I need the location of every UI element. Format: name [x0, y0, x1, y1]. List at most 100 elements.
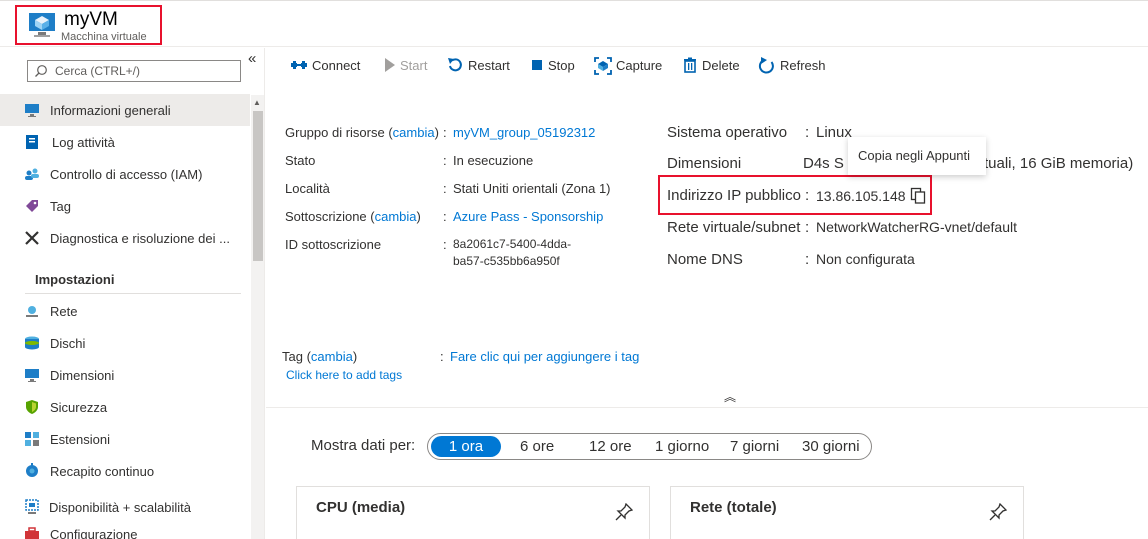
add-tags-link[interactable]: Fare clic qui per aggiungere i tag	[450, 349, 639, 364]
configuration-icon	[25, 527, 39, 539]
delete-label: Delete	[702, 58, 740, 73]
capture-icon	[594, 57, 612, 75]
colon: :	[805, 124, 810, 141]
sidebar-item-label: Dischi	[50, 336, 86, 351]
page-subtitle: Macchina virtuale	[61, 31, 147, 43]
refresh-icon	[758, 57, 774, 74]
copy-tooltip: Copia negli Appunti	[848, 137, 986, 175]
availability-icon	[25, 499, 39, 514]
restart-button[interactable]: Restart	[447, 56, 517, 76]
continuous-delivery-icon	[26, 463, 38, 477]
stop-icon	[532, 60, 542, 70]
colon: :	[805, 187, 810, 204]
title-highlight: myVM Macchina virtuale	[15, 5, 162, 45]
tags-label-text: Tag	[282, 349, 303, 364]
restart-label: Restart	[468, 58, 510, 73]
sidebar-item-extensions[interactable]: Estensioni	[0, 423, 250, 455]
network-icon	[26, 306, 38, 317]
range-option-1h[interactable]: 1 ora	[431, 436, 501, 457]
copy-icon[interactable]	[910, 187, 926, 204]
diagnose-icon	[25, 231, 39, 245]
colon: :	[805, 251, 810, 268]
range-option-7d[interactable]: 7 giorni	[730, 438, 779, 455]
play-icon	[385, 58, 395, 72]
connect-label: Connect	[312, 58, 361, 73]
range-option-1d[interactable]: 1 giorno	[655, 438, 709, 455]
range-option-6h[interactable]: 6 ore	[520, 438, 554, 455]
connect-icon	[291, 61, 307, 69]
public-ip-link[interactable]: 13.86.105.148	[816, 188, 906, 204]
sidebar-item-disks[interactable]: Dischi	[0, 327, 250, 359]
collapse-essentials-icon[interactable]: ︽	[724, 388, 736, 405]
subscription-id-line-1: 8a2061c7-5400-4dda-	[453, 237, 572, 251]
resource-group-label: Gruppo di risorse (cambia)	[285, 125, 439, 140]
sidebar-item-label: Estensioni	[50, 432, 110, 447]
sidebar-item-security[interactable]: Sicurezza	[0, 391, 250, 423]
change-subscription-link[interactable]: cambia	[375, 209, 417, 224]
page-title: myVM	[64, 9, 118, 30]
shield-icon	[26, 400, 38, 414]
cpu-tile[interactable]: CPU (media)	[296, 486, 650, 539]
refresh-label: Refresh	[780, 58, 826, 73]
subscription-id-label: ID sottoscrizione	[285, 237, 382, 252]
time-range-selector: 1 ora 6 ore 12 ore 1 giorno 7 giorni 30 …	[427, 433, 872, 460]
location-value: Stati Uniti orientali (Zona 1)	[453, 181, 611, 196]
sidebar-item-tag[interactable]: Tag	[0, 190, 250, 222]
tags-label: Tag (cambia)	[282, 349, 358, 364]
extensions-icon	[25, 432, 39, 446]
sidebar-scrollbar[interactable]: ▲	[251, 95, 264, 539]
dns-link[interactable]: Non configurata	[816, 251, 915, 267]
disks-icon	[25, 336, 39, 350]
section-heading-settings: Impostazioni	[35, 272, 115, 287]
iam-icon	[25, 168, 39, 180]
scroll-thumb[interactable]	[253, 111, 263, 261]
sidebar-item-activity-log[interactable]: Log attività	[0, 126, 250, 158]
delete-button[interactable]: Delete	[682, 56, 747, 76]
sidebar-item-label: Recapito continuo	[50, 464, 155, 479]
vnet-link[interactable]: NetworkWatcherRG-vnet/default	[816, 219, 1017, 235]
sidebar-item-label: Dimensioni	[50, 368, 115, 383]
sidebar-item-iam[interactable]: Controllo di accesso (IAM)	[0, 158, 250, 190]
change-tags-link[interactable]: cambia	[311, 349, 353, 364]
refresh-button[interactable]: Refresh	[758, 56, 828, 76]
overview-icon	[25, 104, 39, 117]
colon: :	[443, 209, 447, 224]
os-label: Sistema operativo	[667, 124, 788, 141]
resource-group-link[interactable]: myVM_group_05192312	[453, 125, 595, 140]
range-option-30d[interactable]: 30 giorni	[802, 438, 860, 455]
sidebar-item-label: Informazioni generali	[50, 103, 171, 118]
stop-button[interactable]: Stop	[530, 56, 585, 76]
network-tile[interactable]: Rete (totale)	[670, 486, 1024, 539]
sidebar-item-configuration[interactable]: Configurazione	[0, 518, 250, 539]
capture-button[interactable]: Capture	[594, 56, 669, 76]
colon: :	[440, 349, 444, 364]
scroll-up-icon[interactable]: ▲	[253, 98, 261, 107]
sidebar-item-diagnose[interactable]: Diagnostica e risoluzione dei ...	[0, 222, 250, 254]
resource-group-label-text: Gruppo di risorse	[285, 125, 385, 140]
sidebar-item-label: Diagnostica e risoluzione dei ...	[50, 231, 230, 246]
sidebar-item-continuous-delivery[interactable]: Recapito continuo	[0, 455, 250, 487]
sidebar-item-network[interactable]: Rete	[0, 295, 250, 327]
change-resource-group-link[interactable]: cambia	[393, 125, 435, 140]
start-button[interactable]: Start	[382, 56, 442, 76]
sidebar-item-label: Tag	[50, 199, 71, 214]
sidebar-item-overview[interactable]: Informazioni generali	[0, 94, 250, 126]
public-ip-label: Indirizzo IP pubblico	[667, 187, 801, 204]
sidebar-item-label: Sicurezza	[50, 400, 108, 415]
pin-icon[interactable]	[989, 503, 1007, 521]
subscription-id-line-2: ba57-c535bb6a950f	[453, 254, 560, 268]
sidebar-item-label: Disponibilità + scalabilità	[49, 500, 191, 515]
collapse-sidebar-button[interactable]: «	[248, 50, 256, 67]
subscription-link[interactable]: Azure Pass - Sponsorship	[453, 209, 603, 224]
start-label: Start	[400, 58, 428, 73]
time-range-label: Mostra dati per:	[311, 437, 416, 454]
range-option-12h[interactable]: 12 ore	[589, 438, 632, 455]
add-tags-hint-link[interactable]: Click here to add tags	[286, 368, 402, 382]
os-value: Linux	[816, 124, 852, 141]
dns-label: Nome DNS	[667, 251, 743, 268]
colon: :	[443, 153, 447, 168]
pin-icon[interactable]	[615, 503, 633, 521]
sidebar-item-size[interactable]: Dimensioni	[0, 359, 250, 391]
connect-button[interactable]: Connect	[290, 56, 390, 76]
search-input[interactable]: Cerca (CTRL+/)	[27, 60, 241, 82]
